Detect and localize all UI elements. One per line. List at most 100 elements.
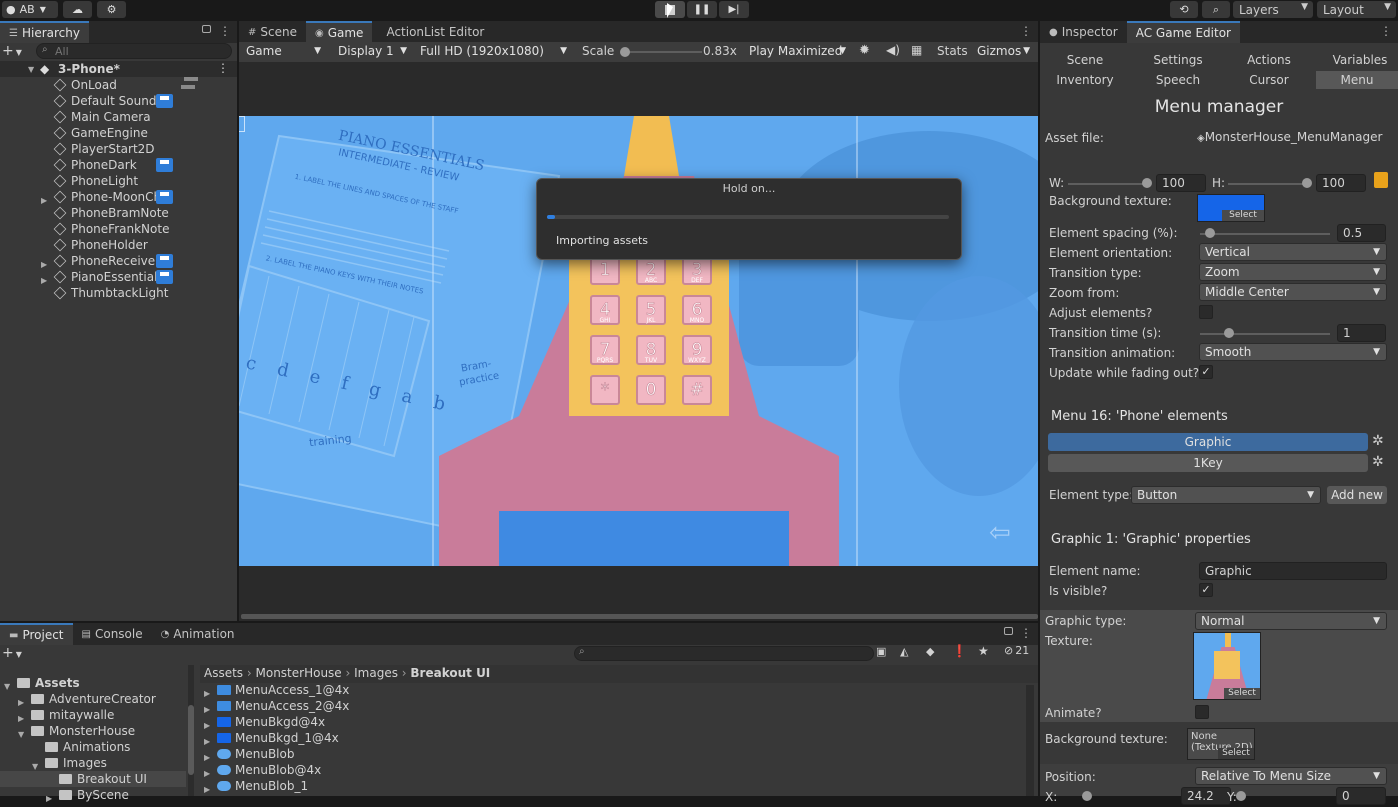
hierarchy-item[interactable]: PhoneLight: [0, 173, 237, 189]
layers-dropdown[interactable]: Layers ▼: [1233, 1, 1313, 18]
transition-time-input[interactable]: 1: [1337, 324, 1386, 342]
project-tree-item[interactable]: Animations: [0, 739, 186, 755]
adjust-checkbox[interactable]: [1199, 305, 1213, 319]
hierarchy-search-input[interactable]: [55, 44, 205, 58]
file-item[interactable]: ▶ MenuBlob_1: [200, 778, 1020, 794]
height-slider-knob[interactable]: [1302, 178, 1312, 188]
transition-anim-dropdown[interactable]: Smooth ▼: [1199, 343, 1387, 361]
project-tree-item[interactable]: ▼ Images: [0, 755, 186, 771]
hierarchy-item[interactable]: ThumbtackLight: [0, 285, 237, 301]
bg-texture-swatch[interactable]: Select: [1197, 194, 1265, 222]
bg-texture-select[interactable]: Select: [1222, 210, 1264, 221]
file-item[interactable]: ▶ MenuAccess_1@4x: [200, 682, 1020, 698]
create-button[interactable]: + ▼: [2, 645, 32, 661]
lock-icon[interactable]: [1004, 627, 1013, 635]
nav-tab-cursor[interactable]: Cursor: [1224, 71, 1314, 89]
file-item[interactable]: ▶ MenuBkgd_1@4x: [200, 730, 1020, 746]
file-item[interactable]: ▶ MenuBlob@4x: [200, 762, 1020, 778]
keypad-key[interactable]: 4GHI: [590, 295, 620, 325]
x-input[interactable]: 24.2: [1181, 787, 1231, 805]
tab-animation[interactable]: ◔ Animation: [152, 623, 244, 645]
y-slider-knob[interactable]: [1236, 791, 1246, 801]
tab-inspector[interactable]: ● Inspector: [1040, 21, 1127, 43]
play-mode-dropdown[interactable]: Play Maximized ▼: [744, 43, 852, 61]
hierarchy-item[interactable]: ▶ PhoneReceiver: [0, 253, 237, 269]
project-tree-item[interactable]: ▶ AdventureCreator: [0, 691, 186, 707]
hierarchy-item[interactable]: PlayerStart2D: [0, 141, 237, 157]
keypad-key[interactable]: 9WXYZ: [682, 335, 712, 365]
hierarchy-item[interactable]: Main Camera: [0, 109, 237, 125]
hierarchy-item[interactable]: PhoneBramNote: [0, 205, 237, 221]
width-input[interactable]: 100: [1156, 174, 1206, 192]
scale-slider[interactable]: [622, 51, 702, 53]
filter-type-icon[interactable]: ◭: [900, 645, 908, 658]
spacing-input[interactable]: 0.5: [1337, 224, 1386, 242]
element-name-input[interactable]: Graphic: [1199, 562, 1387, 580]
hierarchy-item[interactable]: GameEngine: [0, 125, 237, 141]
keypad-key[interactable]: 3DEF: [682, 255, 712, 285]
project-tree-item[interactable]: ▼ Assets: [0, 675, 186, 691]
keypad-key[interactable]: 7PQRS: [590, 335, 620, 365]
spacing-slider-knob[interactable]: [1205, 228, 1215, 238]
project-tree-item[interactable]: Breakout UI: [0, 771, 186, 787]
tab-ac-game-editor[interactable]: AC Game Editor: [1126, 21, 1240, 43]
tree-scrollbar[interactable]: [188, 665, 194, 796]
bg-texture2-field[interactable]: None (Texture 2D) Select: [1187, 728, 1255, 760]
add-new-button[interactable]: Add new: [1327, 486, 1387, 504]
warning-icon[interactable]: ❗: [952, 644, 967, 658]
nav-tab-variables[interactable]: Variables: [1315, 51, 1398, 69]
file-item[interactable]: ▶ MenuAccess_2@4x: [200, 698, 1020, 714]
more-icon[interactable]: ⋮: [217, 61, 229, 75]
history-button[interactable]: ⟲: [1170, 1, 1198, 18]
files-scrollbar[interactable]: [1026, 685, 1034, 796]
add-button[interactable]: + ▼: [2, 43, 32, 59]
hierarchy-item[interactable]: PhoneHolder: [0, 237, 237, 253]
nav-tab-speech[interactable]: Speech: [1133, 71, 1223, 89]
tab-scene[interactable]: # Scene: [239, 21, 306, 43]
zoom-from-dropdown[interactable]: Middle Center ▼: [1199, 283, 1387, 301]
more-icon[interactable]: ⋮: [1020, 24, 1032, 38]
file-item[interactable]: ▶ MenuBkgd@4x: [200, 714, 1020, 730]
services-button[interactable]: ⚙: [97, 1, 126, 18]
project-tree-item[interactable]: ▶ ByScene: [0, 787, 186, 803]
nav-tab-inventory[interactable]: Inventory: [1040, 71, 1130, 89]
label-icon[interactable]: ◆: [926, 645, 934, 658]
x-slider-knob[interactable]: [1082, 791, 1092, 801]
asset-file-field[interactable]: ◈MonsterHouse_MenuManager: [1195, 129, 1398, 147]
height-input[interactable]: 100: [1316, 174, 1366, 192]
hierarchy-search[interactable]: ⌕: [36, 43, 232, 59]
cloud-button[interactable]: ☁: [63, 1, 92, 18]
game-mode-dropdown[interactable]: Game ▼: [241, 43, 327, 61]
gear-icon[interactable]: ✲: [1372, 454, 1384, 470]
audio-icon[interactable]: ◀): [886, 43, 900, 57]
tab-game[interactable]: ◉ Game: [305, 21, 373, 43]
hierarchy-item[interactable]: OnLoad: [0, 77, 237, 93]
animate-checkbox[interactable]: [1195, 705, 1209, 719]
orientation-dropdown[interactable]: Vertical ▼: [1199, 243, 1387, 261]
scale-slider-knob[interactable]: [620, 47, 630, 57]
graphic-type-dropdown[interactable]: Normal ▼: [1195, 612, 1387, 630]
transition-time-slider[interactable]: [1200, 333, 1330, 335]
project-search[interactable]: ⌕: [574, 646, 874, 661]
width-slider[interactable]: [1068, 183, 1148, 185]
star-icon[interactable]: ★: [978, 644, 989, 658]
exit-icon[interactable]: ⇦: [989, 518, 1011, 548]
scene-row[interactable]: ▼ ◆ 3-Phone* ⋮: [0, 61, 237, 77]
breadcrumb-item[interactable]: Assets: [204, 666, 243, 680]
hierarchy-item[interactable]: PhoneDark: [0, 157, 237, 173]
bug-icon[interactable]: ✹: [859, 43, 870, 58]
pause-button[interactable]: ❚❚: [687, 1, 717, 18]
breadcrumb-item[interactable]: Breakout UI: [410, 666, 490, 680]
expand-arrow-icon[interactable]: ▶: [46, 791, 52, 807]
texture-thumbnail[interactable]: Select: [1193, 632, 1261, 700]
is-visible-checkbox[interactable]: ✓: [1199, 583, 1213, 597]
keypad-key[interactable]: 1: [590, 255, 620, 285]
nav-tab-settings[interactable]: Settings: [1133, 51, 1223, 69]
hierarchy-item[interactable]: ▶ Phone-MoonCh: [0, 189, 237, 205]
account-button[interactable]: ● AB ▼: [2, 1, 58, 18]
horizontal-scrollbar[interactable]: [241, 614, 1038, 619]
height-slider[interactable]: [1228, 183, 1308, 185]
lock-icon[interactable]: [202, 25, 211, 33]
more-icon[interactable]: ⋮: [219, 24, 231, 38]
tab-project[interactable]: ▬ Project: [0, 623, 73, 645]
